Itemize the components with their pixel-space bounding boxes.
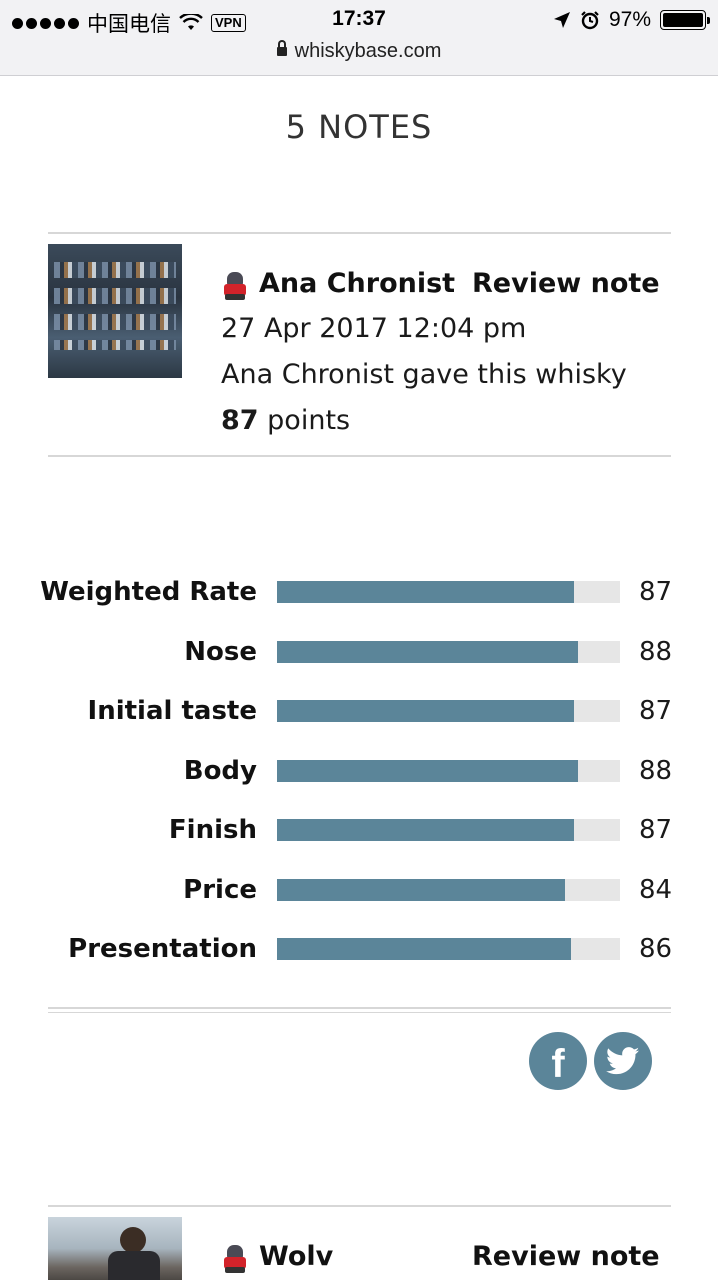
rating-row: Nose 88 [0, 637, 718, 677]
rating-bar-fill [277, 700, 575, 722]
rating-bar-fill [277, 879, 565, 901]
rating-value: 86 [639, 934, 673, 964]
rating-value: 88 [639, 637, 673, 667]
page-title: 5 NOTES [285, 108, 433, 146]
user-avatar-icon [222, 272, 248, 300]
rating-bar-track [277, 879, 620, 901]
points-value: 87 [221, 405, 259, 436]
twitter-icon [606, 1047, 640, 1075]
divider [48, 1007, 671, 1009]
rating-row: Weighted Rate 87 [0, 577, 718, 617]
rating-value: 84 [639, 875, 673, 905]
rating-label: Finish [168, 815, 257, 845]
rating-bar-fill [277, 641, 579, 663]
rating-label: Weighted Rate [40, 577, 257, 607]
rating-bar-fill [277, 819, 575, 841]
rating-label: Initial taste [87, 696, 257, 726]
rating-label: Price [183, 875, 257, 905]
rating-bar-fill [277, 581, 575, 603]
rating-label: Nose [184, 637, 257, 667]
url-text: whiskybase.com [294, 40, 442, 62]
rating-bar-fill [277, 760, 579, 782]
rating-bar-track [277, 760, 620, 782]
rating-bar-track [277, 581, 620, 603]
divider [48, 455, 671, 457]
battery-percent: 97% [608, 8, 651, 31]
note-type: Review note [472, 1241, 660, 1272]
facebook-icon: f [551, 1042, 565, 1086]
note-points: 87 points [221, 405, 350, 436]
location-arrow-icon [553, 12, 570, 28]
note-date: 27 Apr 2017 12:04 pm [221, 313, 527, 344]
rating-label: Presentation [68, 934, 257, 964]
user-photo[interactable] [48, 244, 182, 378]
rating-row: Finish 87 [0, 815, 718, 855]
facebook-share-button[interactable]: f [529, 1032, 587, 1090]
divider [48, 1012, 671, 1013]
note-summary: Ana Chronist gave this whisky [221, 359, 627, 390]
rating-value: 87 [639, 577, 673, 607]
rating-row: Presentation 86 [0, 934, 718, 974]
rating-row: Price 84 [0, 875, 718, 915]
note-user-name[interactable]: Ana Chronist [259, 268, 455, 299]
rating-bar-track [277, 700, 620, 722]
user-avatar-icon [222, 1245, 248, 1273]
status-bar: 中国电信 VPN 17:37 97% [0, 0, 718, 40]
rating-row: Body 88 [0, 756, 718, 796]
rating-value: 88 [639, 756, 673, 786]
alarm-icon [581, 11, 599, 30]
note-user-name[interactable]: Wolv [259, 1241, 333, 1272]
note-type: Review note [472, 268, 660, 299]
browser-chrome: 中国电信 VPN 17:37 97% whiskybase.com [0, 0, 718, 76]
rating-bar-fill [277, 938, 572, 960]
rating-bar-track [277, 819, 620, 841]
rating-row: Initial taste 87 [0, 696, 718, 736]
divider [48, 232, 671, 234]
lock-icon [276, 40, 287, 56]
rating-bar-track [277, 938, 620, 960]
points-suffix: points [267, 405, 351, 436]
divider [48, 1205, 671, 1207]
user-photo[interactable] [48, 1217, 182, 1280]
twitter-share-button[interactable] [594, 1032, 652, 1090]
rating-bar-track [277, 641, 620, 663]
battery-icon [660, 10, 710, 30]
rating-value: 87 [639, 696, 673, 726]
address-bar[interactable]: whiskybase.com [0, 40, 718, 63]
rating-label: Body [183, 756, 257, 786]
rating-value: 87 [639, 815, 673, 845]
